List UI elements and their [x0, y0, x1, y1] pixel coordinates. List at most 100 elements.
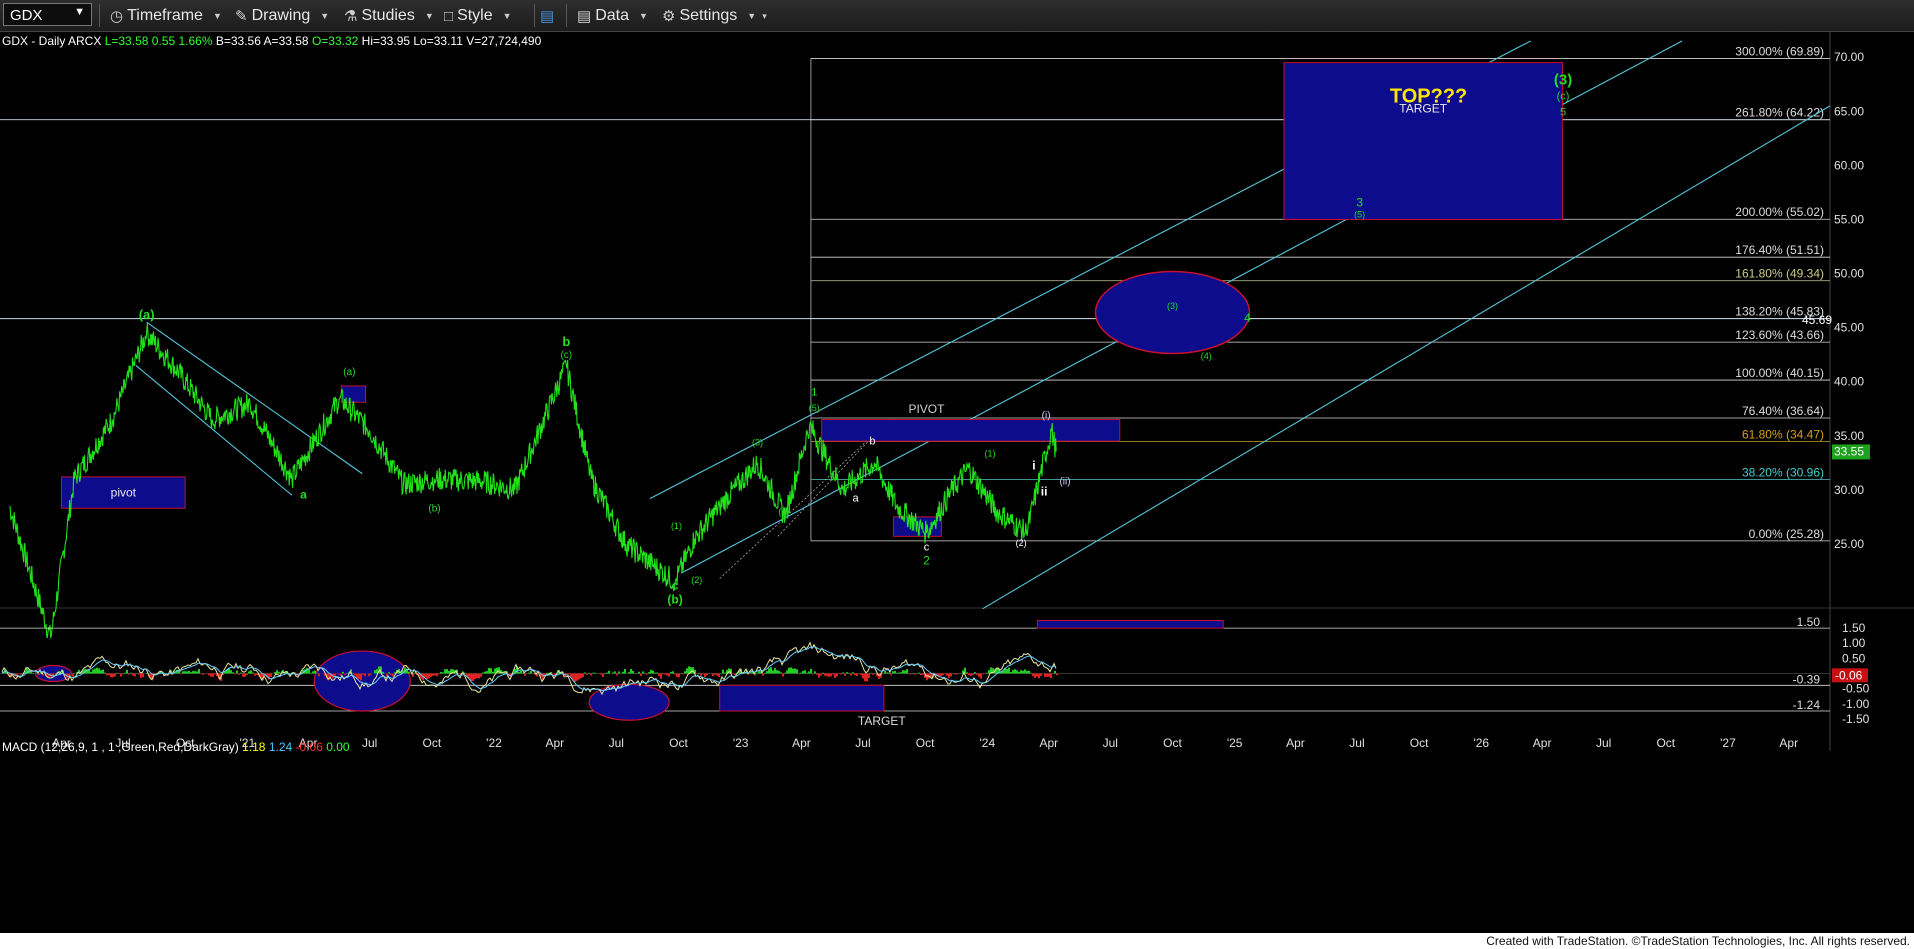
macd-histogram-bar — [1022, 670, 1024, 674]
macd-histogram-bar — [202, 673, 204, 675]
macd-histogram-bar — [908, 673, 910, 675]
macd-histogram-bar — [442, 672, 444, 674]
wave-label: 1 — [811, 387, 817, 399]
fib-label: 38.20% (30.96) — [1742, 465, 1824, 479]
macd-histogram-bar — [448, 670, 450, 674]
macd-histogram-bar — [1038, 673, 1040, 679]
zone-box — [821, 419, 1121, 442]
x-axis-label: Jul — [362, 736, 377, 750]
macd-histogram-bar — [950, 673, 952, 677]
price-tick-label: 60.00 — [1834, 158, 1864, 172]
macd-histogram-bar — [122, 673, 124, 675]
macd-histogram-bar — [546, 672, 548, 674]
wave-label: (4) — [1201, 351, 1212, 361]
data-button[interactable]: ▤ Data ▼ — [577, 5, 648, 27]
macd-histogram-bar — [978, 673, 980, 677]
macd-histogram-bar — [890, 673, 892, 676]
settings-label: Settings — [679, 7, 738, 24]
macd-histogram-bar — [862, 673, 864, 679]
x-axis-label: Oct — [1656, 736, 1675, 750]
macd-histogram-bar — [700, 673, 702, 676]
legend-hi-lo-vol: Hi=33.95 Lo=33.11 V=27,724,490 — [361, 34, 542, 48]
macd-tick-label: 1.50 — [1842, 621, 1866, 635]
wave-label: 3 — [1356, 195, 1363, 209]
macd-histogram-bar — [208, 673, 210, 676]
macd-histogram-bar — [986, 672, 988, 674]
macd-histogram-bar — [702, 673, 704, 675]
macd-histogram-bar — [390, 673, 392, 675]
macd-histogram-bar — [190, 672, 192, 674]
macd-histogram-bar — [308, 669, 310, 674]
macd-histogram-bar — [214, 673, 216, 675]
macd-histogram-bar — [1028, 670, 1030, 674]
macd-histogram-bar — [96, 667, 98, 674]
macd-histogram-bar — [352, 672, 354, 674]
macd-histogram-bar — [364, 673, 366, 677]
macd-histogram-bar — [854, 673, 856, 676]
macd-histogram-bar — [104, 672, 106, 674]
x-axis-label: Jul — [1349, 736, 1364, 750]
macd-histogram-bar — [520, 670, 522, 674]
macd-histogram-bar — [888, 672, 890, 674]
macd-histogram-bar — [210, 673, 212, 677]
wave-label: ii — [1041, 484, 1048, 498]
macd-histogram-bar — [126, 669, 128, 674]
macd-histogram-bar — [892, 671, 894, 674]
wave-label: (c) — [560, 350, 572, 361]
wave-label: a — [300, 487, 307, 501]
macd-histogram-bar — [408, 671, 410, 674]
macd-histogram-bar — [806, 672, 808, 674]
wave-label: (ii) — [1059, 476, 1070, 487]
chevron-down-icon[interactable]: ▼ — [74, 6, 85, 18]
macd-histogram-bar — [234, 673, 236, 675]
macd-histogram-bar — [706, 673, 708, 676]
macd-histogram-bar — [580, 673, 582, 679]
macd-zone-box — [719, 684, 885, 712]
macd-histogram-bar — [830, 673, 832, 677]
legend-change: 0.55 — [151, 34, 176, 48]
macd-histogram-bar — [974, 672, 976, 674]
more-icon[interactable]: ▾ — [762, 11, 767, 22]
macd-histogram-bar — [490, 668, 492, 674]
timeframe-button[interactable]: ◷ Timeframe ▼ — [110, 5, 222, 27]
last-price-label: 33.55 — [1834, 444, 1864, 458]
macd-histogram-bar — [852, 672, 854, 674]
macd-histogram-bar — [30, 672, 32, 674]
macd-histogram-bar — [614, 671, 616, 674]
macd-histogram-bar — [904, 670, 906, 674]
macd-histogram-bar — [130, 672, 132, 674]
drawing-button[interactable]: ✎ Drawing ▼ — [235, 5, 329, 27]
macd-histogram-bar — [682, 673, 684, 675]
macd-histogram-bar — [724, 672, 726, 674]
macd-histogram-bar — [946, 673, 948, 676]
macd-histogram-bar — [654, 672, 656, 674]
macd-histogram-bar — [98, 668, 100, 674]
chevron-down-icon: ▼ — [212, 11, 222, 21]
macd-histogram-bar — [972, 673, 974, 675]
price-legend: GDX - Daily ARCX L=33.58 0.55 1.66% B=33… — [2, 34, 541, 48]
macd-histogram-bar — [424, 673, 426, 678]
style-icon: □ — [444, 7, 454, 25]
fib-label: 76.40% (36.64) — [1742, 404, 1824, 418]
studies-button[interactable]: ⚗ Studies ▼ — [344, 5, 434, 27]
macd-histogram-bar — [712, 673, 714, 677]
macd-histogram-bar — [1034, 673, 1036, 678]
settings-button[interactable]: ⚙ Settings ▼ ▾ — [662, 5, 767, 27]
macd-label: MACD (12,26,9, 1 , 1 ,Green,Red,DarkGray… — [2, 740, 239, 754]
x-axis-label: Oct — [1410, 736, 1429, 750]
macd-histogram-bar — [196, 671, 198, 674]
wave-label: 4 — [1244, 311, 1251, 325]
macd-histogram-bar — [124, 672, 126, 674]
macd-histogram-bar — [524, 673, 526, 676]
macd-histogram-bar — [576, 673, 578, 681]
macd-histogram-bar — [434, 673, 436, 676]
symbol-input[interactable]: GDX ▼ — [3, 3, 92, 26]
macd-histogram-bar — [32, 672, 34, 674]
macd-histogram-bar — [488, 668, 490, 674]
macd-histogram-bar — [1010, 672, 1012, 674]
price-chart[interactable]: 300.00% (69.89)261.80% (64.22)200.00% (5… — [0, 31, 1914, 933]
wave-label: (3) — [752, 438, 763, 448]
macd-histogram-bar — [106, 673, 108, 676]
style-button[interactable]: □ Style ▼ — [444, 5, 512, 27]
layout-button[interactable]: ▤ — [540, 5, 554, 27]
